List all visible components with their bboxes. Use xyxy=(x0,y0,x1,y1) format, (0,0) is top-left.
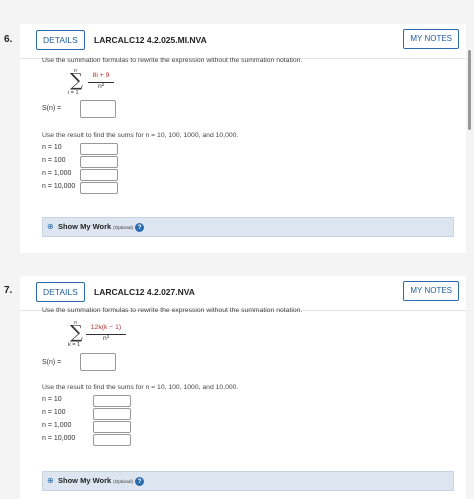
question-card-6: DETAILS LARCALC12 4.2.025.MI.NVA MY NOTE… xyxy=(20,24,466,253)
question-card-7: DETAILS LARCALC12 4.2.027.NVA MY NOTES U… xyxy=(20,276,466,499)
answer-input-n10000[interactable] xyxy=(93,434,131,446)
details-button[interactable]: DETAILS xyxy=(36,282,85,302)
fraction-denominator: n³ xyxy=(102,335,110,342)
sn-label: S(n) = xyxy=(42,359,62,366)
answer-input-n10000[interactable] xyxy=(80,182,118,194)
result-instruction: Use the result to find the sums for n = … xyxy=(42,132,239,139)
n-row-label: n = 10,000 xyxy=(42,435,76,442)
question-header: DETAILS LARCALC12 4.2.025.MI.NVA MY NOTE… xyxy=(20,24,466,59)
help-icon[interactable]: ? xyxy=(135,476,145,486)
sum-lower-limit: k = 1 xyxy=(68,342,81,348)
fraction-numerator: 12k(k − 1) xyxy=(90,324,122,331)
my-notes-button[interactable]: MY NOTES xyxy=(403,281,459,301)
expand-icon: ⊕ xyxy=(47,476,54,485)
n-row-label: n = 10 xyxy=(42,144,62,151)
details-button[interactable]: DETAILS xyxy=(36,30,85,50)
n-row-label: n = 10 xyxy=(42,396,62,403)
n-row-label: n = 1,000 xyxy=(42,422,72,429)
question-code: LARCALC12 4.2.025.MI.NVA xyxy=(94,35,207,45)
n-row-label: n = 100 xyxy=(42,409,66,416)
show-my-work-bar[interactable]: ⊕ Show My Work (Optional)? xyxy=(42,217,454,237)
sn-answer-input[interactable] xyxy=(80,353,116,371)
optional-label: (Optional) xyxy=(113,479,134,484)
show-my-work-label: Show My Work xyxy=(58,222,112,231)
fraction-denominator: n² xyxy=(97,83,105,90)
scrollbar[interactable] xyxy=(468,50,471,130)
answer-input-n1000[interactable] xyxy=(80,169,118,181)
sn-label: S(n) = xyxy=(42,105,62,112)
n-row-label: n = 10,000 xyxy=(42,183,76,190)
question-header: DETAILS LARCALC12 4.2.027.NVA MY NOTES xyxy=(20,276,466,311)
instruction-text: Use the summation formulas to rewrite th… xyxy=(42,57,303,64)
question-number: 7. xyxy=(4,285,13,296)
help-icon[interactable]: ? xyxy=(135,222,145,232)
result-instruction: Use the result to find the sums for n = … xyxy=(42,384,239,391)
show-my-work-label: Show My Work xyxy=(58,476,112,485)
n-row-label: n = 1,000 xyxy=(42,170,72,177)
my-notes-button[interactable]: MY NOTES xyxy=(403,29,459,49)
optional-label: (Optional) xyxy=(113,225,134,230)
answer-input-n100[interactable] xyxy=(93,408,131,420)
n-row-label: n = 100 xyxy=(42,157,66,164)
answer-input-n1000[interactable] xyxy=(93,421,131,433)
question-number: 6. xyxy=(4,34,13,45)
sigma-symbol: ∑ xyxy=(70,322,83,343)
sum-lower-limit: i = 1 xyxy=(68,90,79,96)
answer-input-n100[interactable] xyxy=(80,156,118,168)
answer-input-n10[interactable] xyxy=(80,143,118,155)
fraction-numerator: 8i + 9 xyxy=(92,72,110,79)
sigma-symbol: ∑ xyxy=(70,70,83,91)
show-my-work-bar[interactable]: ⊕ Show My Work (Optional)? xyxy=(42,471,454,491)
instruction-text: Use the summation formulas to rewrite th… xyxy=(42,307,303,314)
expand-icon: ⊕ xyxy=(47,222,54,231)
sn-answer-input[interactable] xyxy=(80,100,116,118)
answer-input-n10[interactable] xyxy=(93,395,131,407)
question-code: LARCALC12 4.2.027.NVA xyxy=(94,287,195,297)
